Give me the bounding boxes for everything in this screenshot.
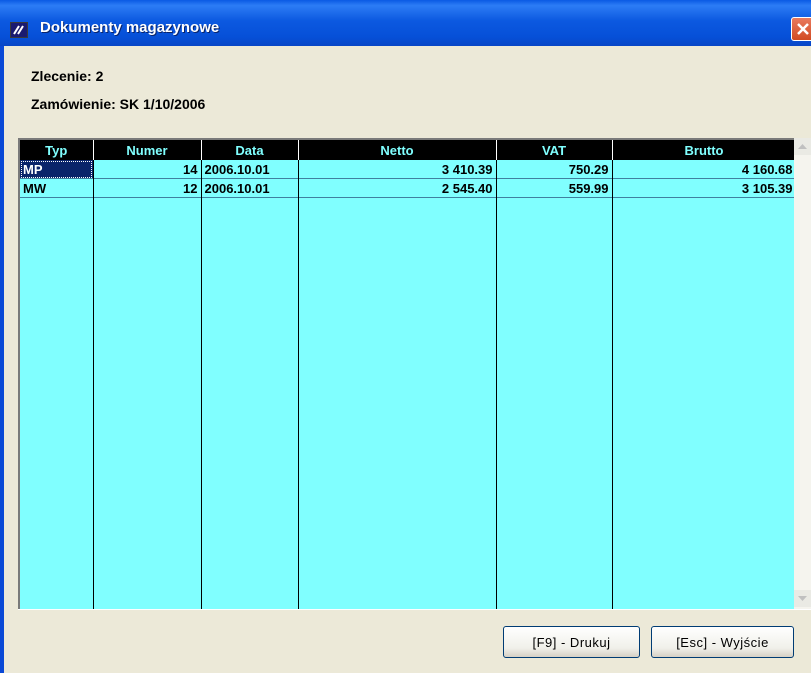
- column-header-vat[interactable]: VAT: [496, 140, 613, 160]
- cell-vat[interactable]: 559.99: [496, 178, 613, 198]
- cell-data[interactable]: 2006.10.01: [201, 160, 299, 179]
- scroll-down-arrow-icon: [798, 596, 807, 601]
- table-row[interactable]: MP 14 2006.10.01 3 410.39 750.29 4 160.6…: [20, 160, 797, 179]
- column-divider: [298, 161, 299, 609]
- cell-brutto[interactable]: 3 105.39: [612, 178, 797, 198]
- scroll-up-arrow-icon: [798, 144, 807, 149]
- close-x-icon: [797, 23, 809, 35]
- print-button[interactable]: [F9] - Drukuj: [503, 626, 640, 658]
- cell-vat[interactable]: 750.29: [496, 160, 613, 179]
- cell-netto[interactable]: 3 410.39: [298, 160, 497, 179]
- table-row[interactable]: MW 12 2006.10.01 2 545.40 559.99 3 105.3…: [20, 178, 797, 198]
- vertical-scrollbar[interactable]: [794, 138, 811, 609]
- scroll-up-button[interactable]: [794, 138, 811, 155]
- table-header-row: Typ Numer Data Netto VAT Brutto: [20, 140, 797, 160]
- window-title: Dokumenty magazynowe: [40, 19, 220, 36]
- documents-table: Typ Numer Data Netto VAT Brutto MP 14 20…: [20, 140, 797, 198]
- cell-data[interactable]: 2006.10.01: [201, 178, 299, 198]
- cell-typ[interactable]: MW: [20, 178, 94, 198]
- order-label: Zlecenie: 2: [31, 68, 104, 84]
- column-header-netto[interactable]: Netto: [298, 140, 497, 160]
- cell-typ[interactable]: MP: [20, 160, 94, 179]
- column-header-typ[interactable]: Typ: [20, 140, 94, 160]
- scroll-down-button[interactable]: [794, 590, 811, 607]
- exit-button[interactable]: [Esc] - Wyjście: [651, 626, 794, 658]
- column-divider: [201, 161, 202, 609]
- cell-numer[interactable]: 14: [93, 160, 202, 179]
- column-header-brutto[interactable]: Brutto: [612, 140, 797, 160]
- footer-divider: [18, 609, 811, 610]
- app-logo-icon: [10, 22, 28, 38]
- column-divider: [612, 161, 613, 609]
- documents-grid[interactable]: Typ Numer Data Netto VAT Brutto MP 14 20…: [18, 138, 811, 609]
- purchase-order-label: Zamówienie: SK 1/10/2006: [31, 96, 206, 112]
- column-divider: [93, 161, 94, 609]
- cell-brutto[interactable]: 4 160.68: [612, 160, 797, 179]
- title-bar[interactable]: Dokumenty magazynowe: [0, 0, 811, 46]
- cell-netto[interactable]: 2 545.40: [298, 178, 497, 198]
- close-button[interactable]: [791, 17, 811, 41]
- column-divider: [496, 161, 497, 609]
- column-header-data[interactable]: Data: [201, 140, 299, 160]
- cell-numer[interactable]: 12: [93, 178, 202, 198]
- column-header-numer[interactable]: Numer: [93, 140, 202, 160]
